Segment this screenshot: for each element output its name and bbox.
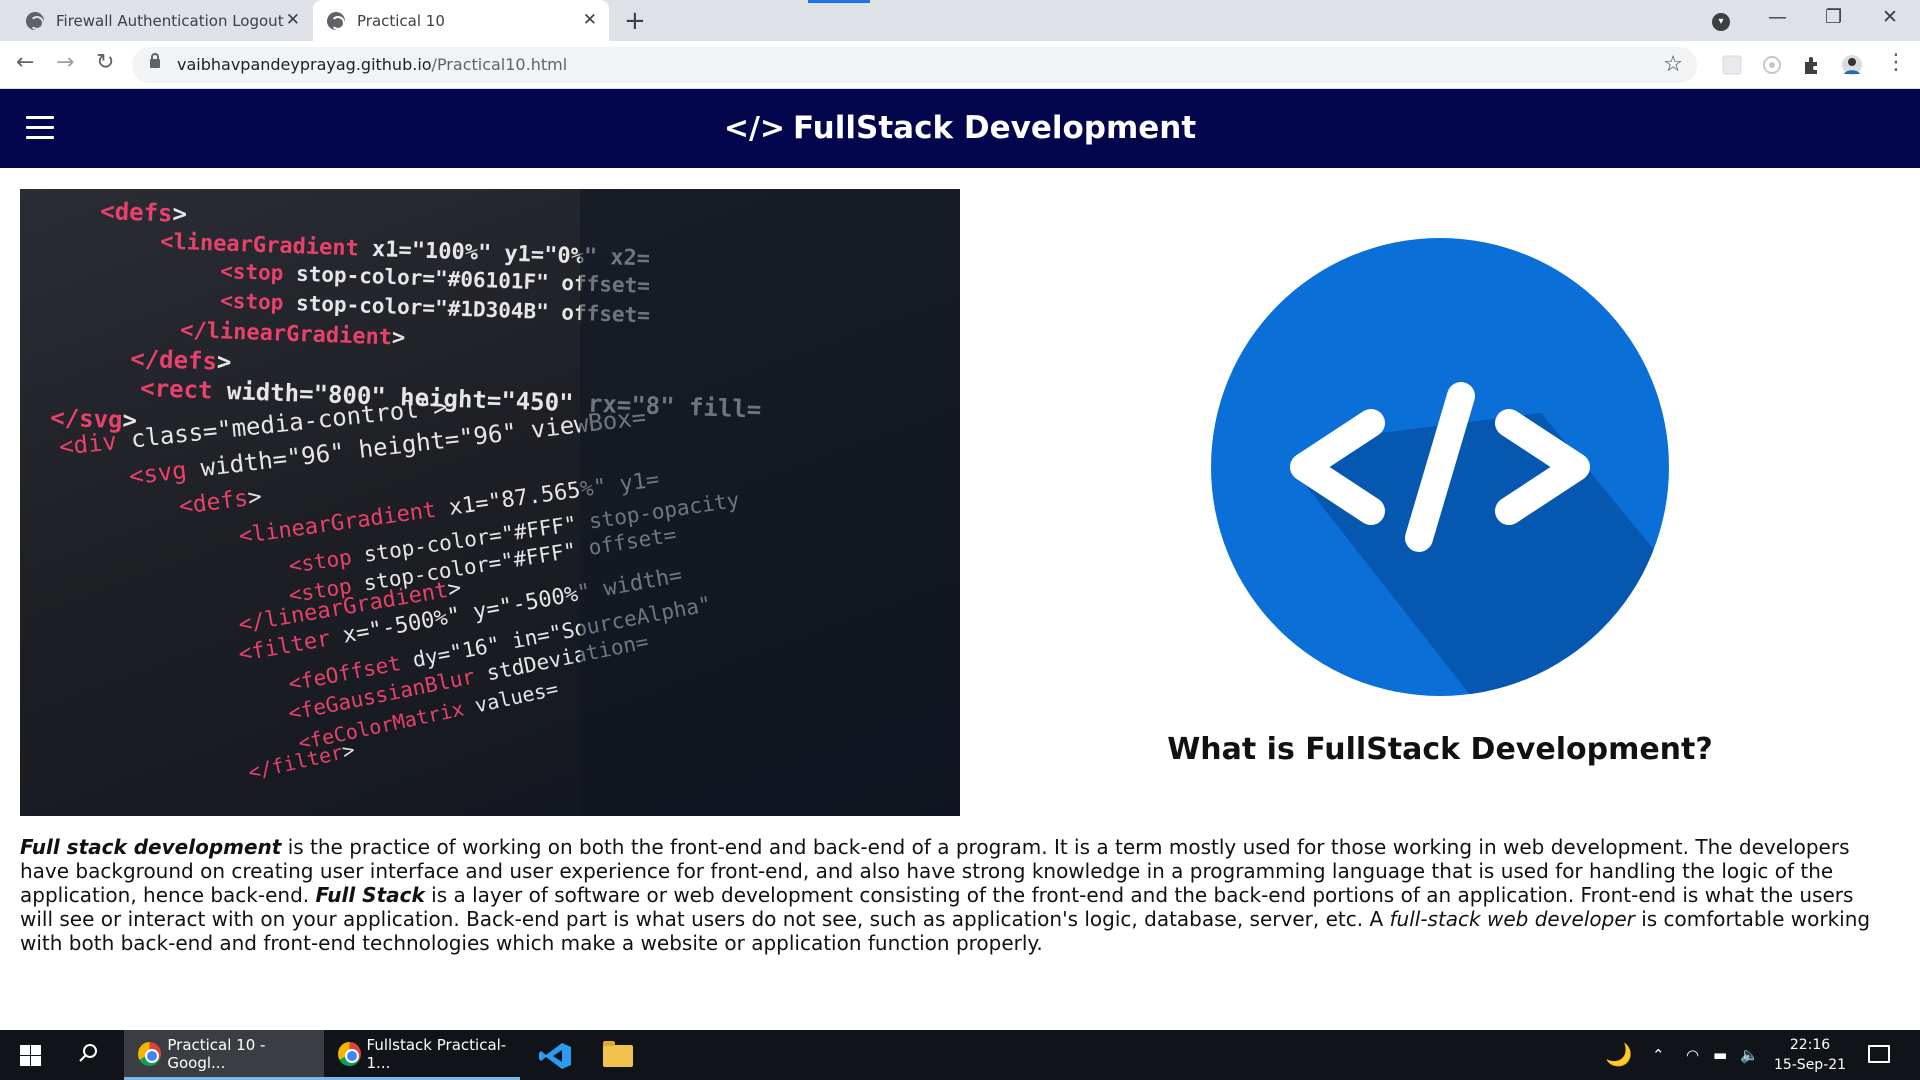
address-bar[interactable]: vaibhavpandeyprayag.github.io/Practical1… (132, 47, 1697, 83)
code-line: <defs> (177, 484, 263, 520)
tab-search-icon[interactable]: ▾ (1712, 13, 1730, 31)
browser-menu-icon[interactable]: ⋮ (1885, 51, 1907, 75)
code-screenshot-image: <defs> <linearGradient x1="100%" y1="0%" … (20, 189, 960, 816)
tab-firewall-logout[interactable]: Firewall Authentication Logout ✕ (12, 0, 312, 41)
tab-practical-10[interactable]: Practical 10 ✕ (313, 0, 609, 41)
forward-icon[interactable]: → (56, 51, 74, 75)
term-full-stack-web-developer: full-stack web developer (1389, 907, 1635, 931)
depth-blur-overlay (580, 189, 960, 816)
section-heading: What is FullStack Development? (1167, 732, 1713, 767)
volume-icon[interactable]: 🔈 (1740, 1030, 1759, 1080)
code-line: </linearGradient> (180, 318, 406, 351)
globe-icon (327, 11, 345, 30)
taskbar-app-label: Practical 10 - Googl... (167, 1035, 266, 1072)
chrome-icon (338, 1041, 361, 1066)
close-tab-icon[interactable]: ✕ (286, 12, 300, 29)
clock-date: 15-Sep-21 (1773, 1057, 1847, 1073)
browser-tabstrip: Firewall Authentication Logout ✕ Practic… (0, 0, 1920, 41)
globe-icon (26, 11, 44, 30)
taskbar-app-label: Fullstack Practical-1... (366, 1035, 507, 1072)
minimize-icon[interactable]: — (1768, 6, 1787, 28)
url-path: /Practical10.html (431, 55, 568, 74)
chrome-icon (138, 1041, 162, 1066)
site-title-text: FullStack Development (793, 110, 1197, 146)
lock-icon[interactable] (150, 53, 160, 68)
back-icon[interactable]: ← (16, 51, 34, 75)
loading-indicator (808, 0, 870, 3)
bookmark-star-icon[interactable]: ☆ (1663, 52, 1683, 77)
taskbar-app-chrome-fullstack[interactable]: Fullstack Practical-1... (324, 1030, 520, 1080)
code-line: <defs> (100, 197, 188, 228)
weather-moon-icon[interactable]: 🌙 (1605, 1030, 1632, 1080)
notifications-icon[interactable] (1868, 1045, 1890, 1063)
term-full-stack: Full Stack (315, 883, 425, 907)
close-window-icon[interactable]: ✕ (1882, 6, 1898, 28)
taskbar-app-chrome-practical[interactable]: Practical 10 - Googl... (124, 1030, 324, 1080)
vscode-icon[interactable] (538, 1042, 572, 1070)
wifi-icon[interactable]: ◠ (1686, 1030, 1699, 1080)
tab-title: Firewall Authentication Logout (56, 11, 284, 30)
restore-icon[interactable]: ❐ (1825, 6, 1842, 28)
extension-icon[interactable] (1761, 54, 1783, 76)
windows-start-icon[interactable] (20, 1045, 41, 1066)
code-logo-icon (1211, 238, 1669, 696)
code-icon: </> (723, 111, 786, 146)
code-lines-graphic: <defs><linearGradient x1="100%" y1="0%" … (50, 189, 960, 816)
description-paragraph: Full stack development is the practice o… (20, 835, 1880, 955)
extension-icon[interactable] (1721, 54, 1743, 76)
tab-title: Practical 10 (357, 11, 445, 30)
windows-taskbar: Practical 10 - Googl... Fullstack Practi… (0, 1030, 1920, 1080)
battery-icon[interactable]: ▬ (1713, 1030, 1727, 1080)
search-icon[interactable] (78, 1043, 98, 1063)
site-header: </> FullStack Development (0, 89, 1920, 168)
profile-avatar[interactable] (1841, 54, 1863, 76)
site-title: </> FullStack Development (0, 110, 1920, 146)
show-hidden-icons-chevron[interactable]: ⌃ (1652, 1030, 1665, 1080)
file-explorer-icon[interactable] (603, 1041, 633, 1067)
url-text[interactable]: vaibhavpandeyprayag.github.io/Practical1… (177, 55, 567, 74)
close-tab-icon[interactable]: ✕ (583, 12, 597, 29)
browser-toolbar: ← → ↻ vaibhavpandeyprayag.github.io/Prac… (0, 41, 1920, 89)
code-line: </defs> (130, 345, 232, 377)
term-full-stack-development: Full stack development (20, 835, 282, 859)
new-tab-button[interactable]: + (624, 6, 646, 36)
taskbar-clock[interactable]: 22:16 15-Sep-21 (1770, 1035, 1850, 1075)
reload-icon[interactable]: ↻ (96, 51, 114, 75)
url-host: vaibhavpandeyprayag.github.io (177, 55, 432, 74)
clock-time: 22:16 (1789, 1037, 1831, 1053)
extensions-puzzle-icon[interactable] (1801, 54, 1823, 76)
